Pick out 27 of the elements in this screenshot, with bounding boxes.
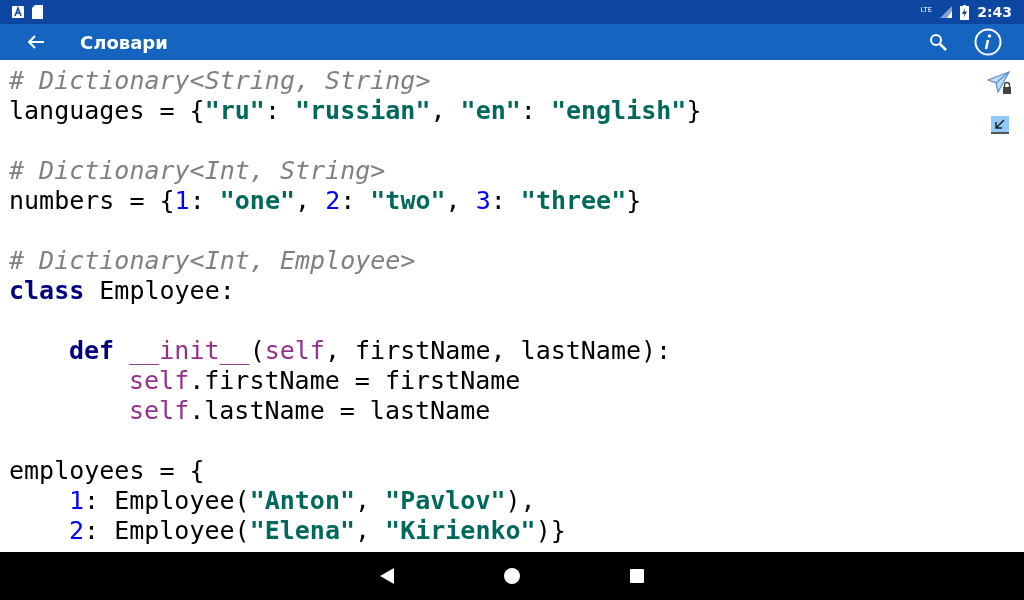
collapse-button[interactable] — [989, 114, 1011, 136]
code-line: languages = {"ru": "russian", "en": "english"} — [9, 96, 702, 125]
code-line: employees = { — [9, 456, 205, 485]
search-icon — [929, 33, 947, 51]
info-button[interactable] — [972, 26, 1004, 58]
code-line: # Dictionary<Int, Employee> — [9, 246, 416, 275]
code-line: self.firstName = firstName — [129, 366, 521, 395]
signal-icon — [940, 6, 953, 18]
code-line: class Employee: — [9, 276, 235, 305]
code-line: 2: Employee("Elena", "Kirienko")} — [69, 516, 566, 545]
code-line: 1: Employee("Anton", "Pavlov"), — [69, 486, 536, 515]
sd-card-icon — [32, 5, 43, 19]
home-circle-icon[interactable] — [504, 568, 520, 584]
back-arrow-icon — [27, 34, 45, 50]
battery-icon — [960, 4, 970, 20]
clock: 2:43 — [977, 2, 1012, 22]
code-line: def __init__(self, firstName, lastName): — [69, 336, 672, 365]
info-icon — [974, 28, 1002, 56]
app-notification-icon — [12, 6, 24, 18]
code-line: numbers = {1: "one", 2: "two", 3: "three"} — [9, 186, 642, 215]
code-line: # Dictionary<String, String> — [9, 66, 431, 95]
code-line: # Dictionary<Int, String> — [9, 156, 386, 185]
toolbar-title: Словари — [80, 30, 168, 55]
back-triangle-icon[interactable] — [380, 568, 394, 584]
send-button[interactable] — [986, 70, 1014, 96]
paper-plane-lock-icon — [987, 71, 1013, 95]
code-line: self.lastName = lastName — [129, 396, 491, 425]
